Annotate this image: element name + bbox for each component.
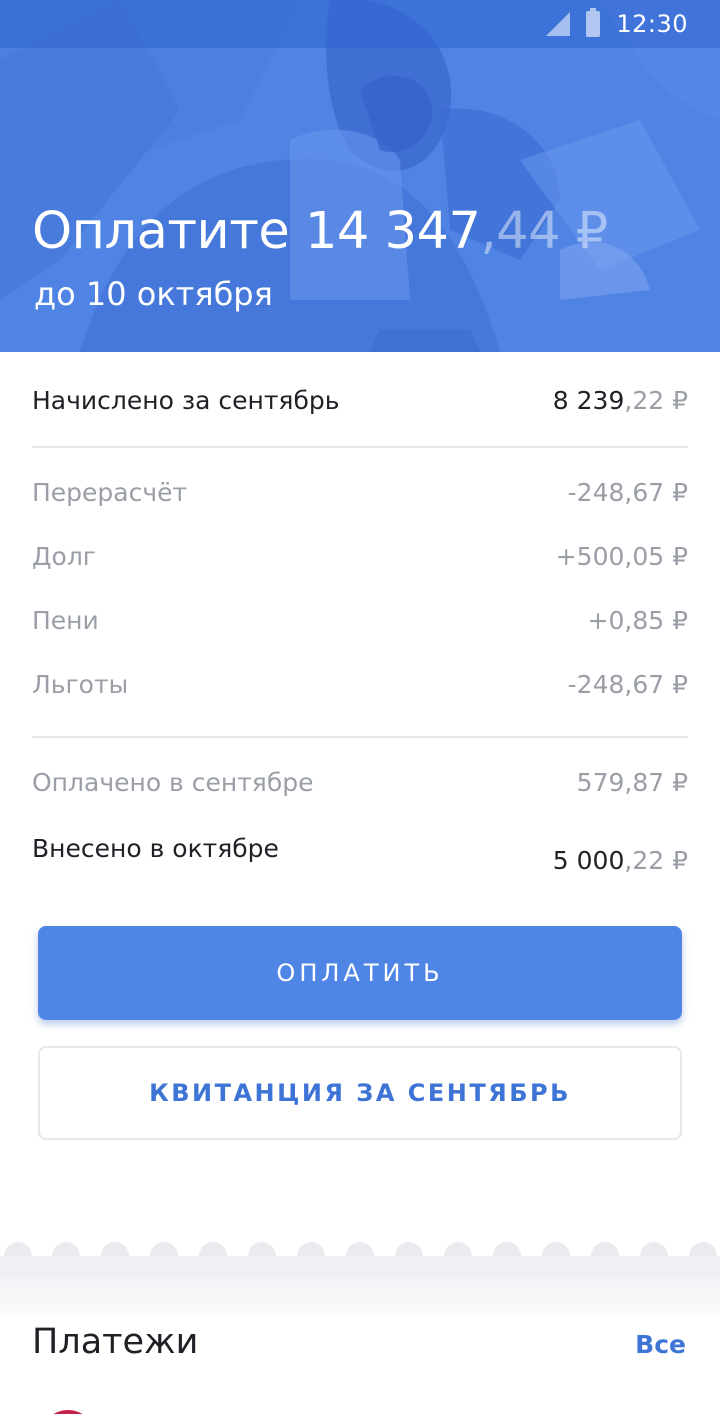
ticket-perforation [0,1242,720,1278]
debt-value: +500,05 ₽ [555,542,688,571]
debt-row: Долг +500,05 ₽ [32,542,688,571]
benefits-label: Льготы [32,670,129,699]
recalculation-row: Перерасчёт -248,67 ₽ [32,478,688,507]
payments-all-link[interactable]: Все [635,1330,686,1359]
payments-title: Платежи [32,1322,199,1362]
penalty-row: Пени +0,85 ₽ [32,606,688,635]
status-time: 12:30 [616,10,688,38]
receipt-button[interactable]: КВИТАНЦИЯ ЗА СЕНТЯБРЬ [38,1046,682,1140]
divider [32,446,688,448]
accrued-value-main: 8 239 [552,386,625,415]
due-date: до 10 октября [34,275,273,313]
paid-label: Оплачено в сентябре [32,768,314,797]
paid-row: Оплачено в сентябре 579,87 ₽ [32,768,688,797]
divider [32,736,688,738]
deposited-value-main: 5 000 [552,846,625,875]
amount-due-cents: ,44 ₽ [480,202,608,261]
amount-due-title: Оплатите 14 347,44 ₽ [32,202,608,261]
signal-icon [546,12,571,36]
accrued-label: Начислено за сентябрь [32,386,340,415]
recalculation-label: Перерасчёт [32,478,188,507]
deposited-value-cents: ,22 ₽ [624,846,688,875]
battery-icon [586,8,601,37]
deposited-value: 5 000,22 ₽ [553,846,688,875]
deposited-row: Внесено в октябре 5 000,22 ₽ [32,834,688,875]
deposited-label: Внесено в октябре [32,834,279,863]
accrued-row: Начислено за сентябрь 8 239,22 ₽ [32,386,688,415]
status-bar: 12:30 [546,0,688,48]
hero-banner: 12:30 Оплатите 14 347,44 ₽ до 10 октября [0,0,720,352]
debt-label: Долг [32,542,96,571]
pay-button[interactable]: ОПЛАТИТЬ [38,926,682,1020]
accrued-value-cents: ,22 ₽ [624,386,688,415]
recalculation-value: -248,67 ₽ [567,478,688,507]
accrued-value: 8 239,22 ₽ [553,386,688,415]
benefits-row: Льготы -248,67 ₽ [32,670,688,699]
amount-due-main: Оплатите 14 347 [32,202,481,261]
benefits-value: -248,67 ₽ [567,670,688,699]
penalty-label: Пени [32,606,99,635]
penalty-value: +0,85 ₽ [587,606,688,635]
paid-value: 579,87 ₽ [576,768,688,797]
